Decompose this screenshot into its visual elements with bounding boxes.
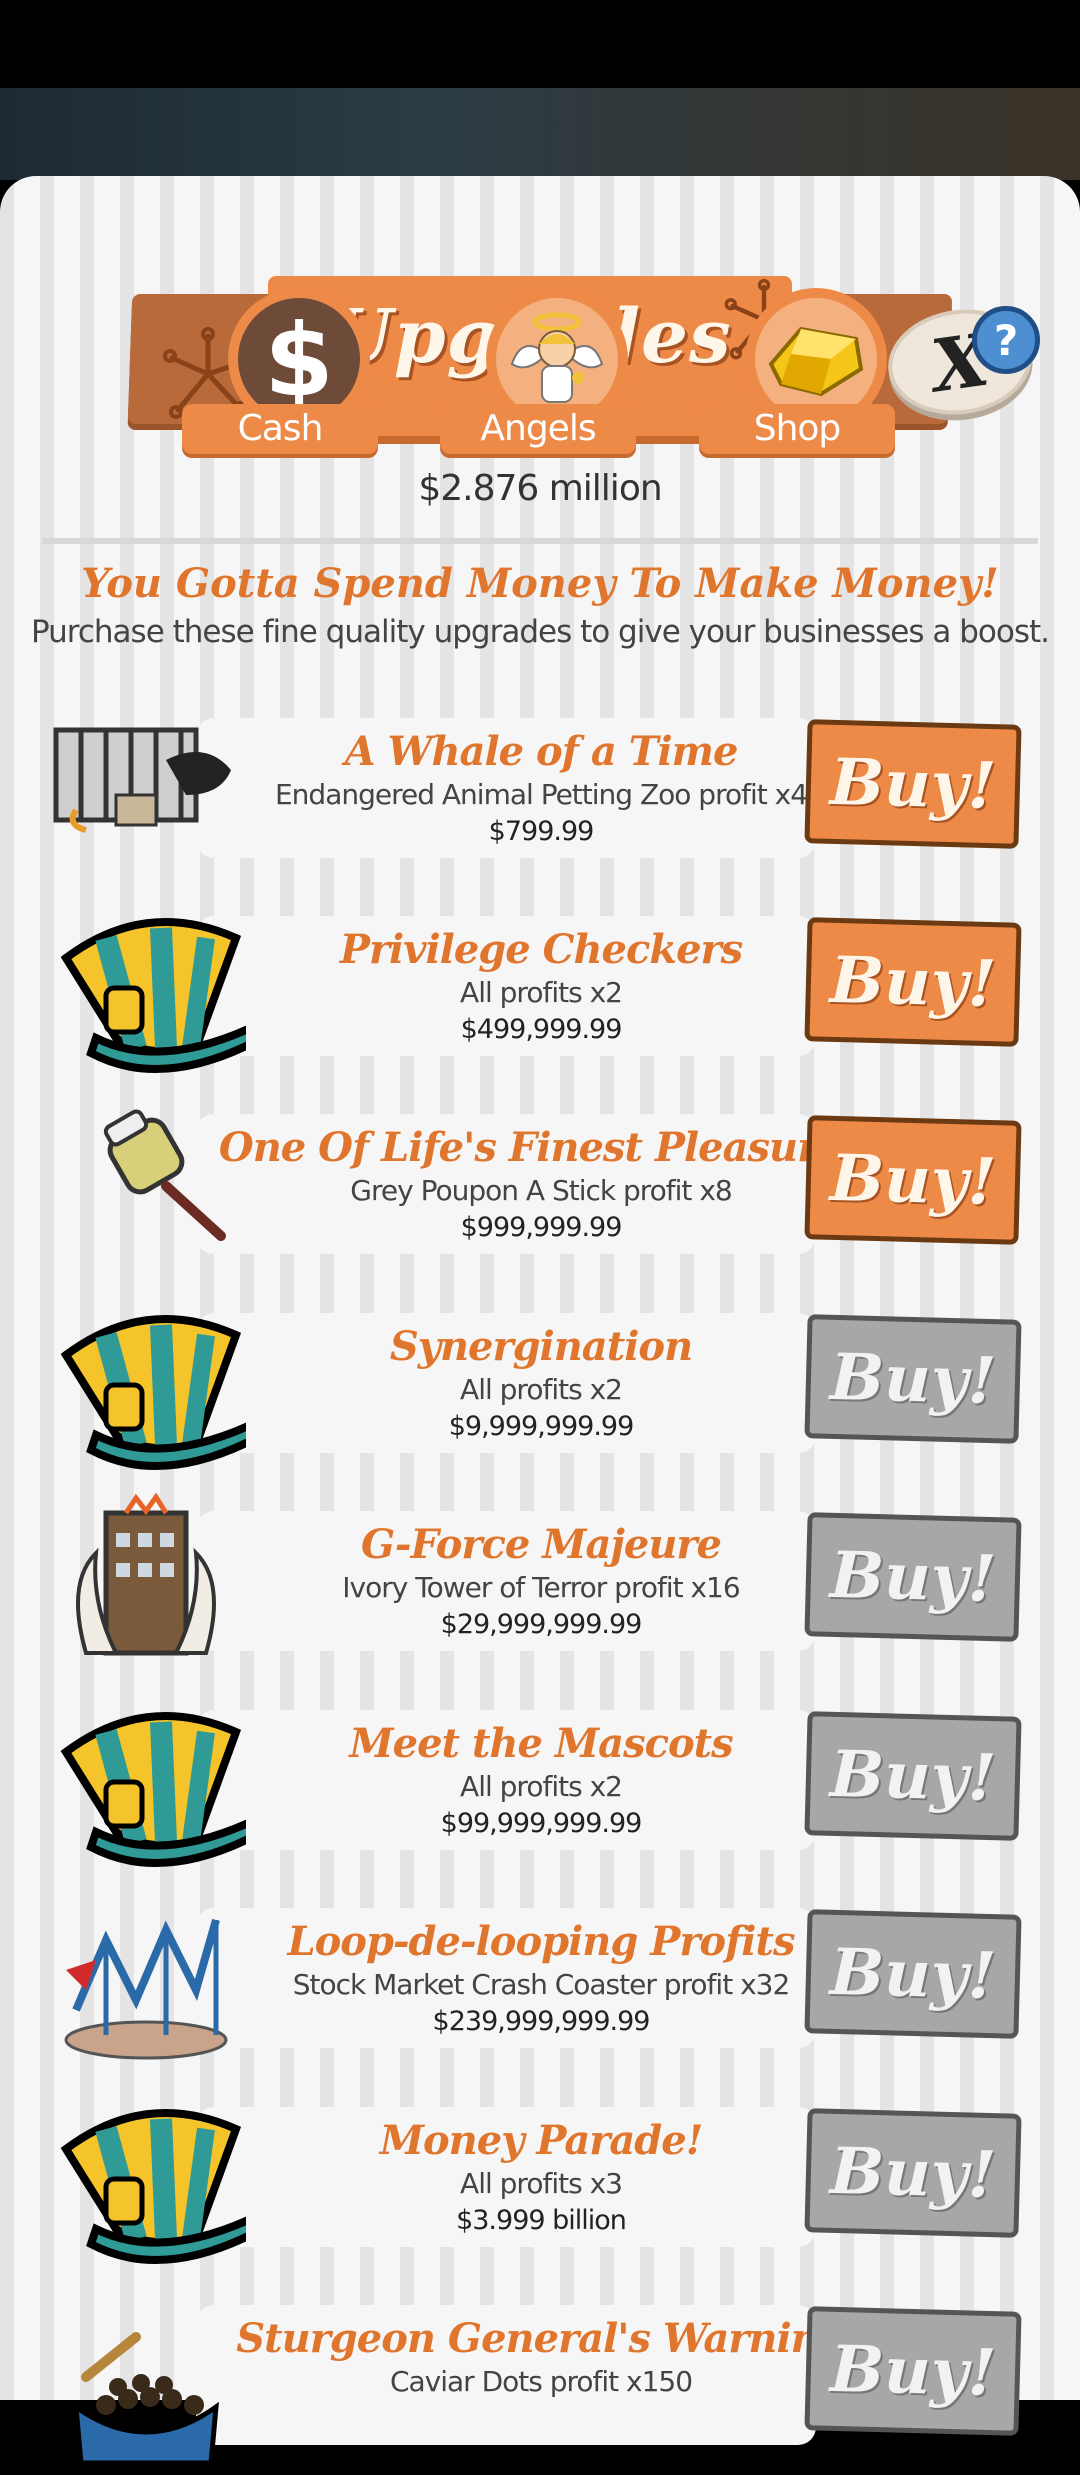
divider — [42, 538, 1038, 544]
tab-shop[interactable]: Shop — [699, 288, 899, 456]
upgrade-row: Sturgeon General's Warning Caviar Dots pr… — [0, 2305, 1080, 2475]
help-button[interactable]: ? — [972, 306, 1040, 374]
buy-button[interactable]: Buy! — [804, 719, 1022, 849]
upgrades-subline: Purchase these fine quality upgrades to … — [31, 614, 1050, 650]
upgrade-price: $499,999.99 — [460, 1014, 623, 1045]
upgrade-row: Synergination All profits x2 $9,999,999.99… — [0, 1313, 1080, 1483]
tab-cash[interactable]: $ Cash — [182, 288, 382, 456]
buy-button[interactable]: Buy! — [804, 1711, 1022, 1841]
upgrade-description: All profits x2 — [460, 1373, 623, 1406]
dollar-icon: $ — [238, 298, 360, 420]
upgrade-row: Privilege Checkers All profits x2 $499,999… — [0, 916, 1080, 1086]
upgrade-row: G-Force Majeure Ivory Tower of Terror pro… — [0, 1492, 1080, 1681]
upgrade-price: $29,999,999.99 — [440, 1609, 643, 1640]
tab-angels[interactable]: Angels — [440, 288, 640, 456]
tab-label: Cash — [182, 404, 378, 454]
upgrade-row: A Whale of a Time Endangered Animal Petti… — [0, 718, 1080, 888]
buy-button[interactable]: Buy! — [804, 1909, 1022, 2039]
upgrade-description: Grey Poupon A Stick profit x8 — [350, 1174, 732, 1207]
upgrade-price: $999,999.99 — [460, 1212, 623, 1243]
buy-button[interactable]: Buy! — [804, 1512, 1022, 1642]
upgrade-price: $3.999 billion — [456, 2205, 627, 2236]
tab-label: Shop — [699, 404, 895, 454]
buy-button[interactable]: Buy! — [804, 917, 1022, 1047]
angel-icon — [496, 298, 618, 420]
cash-balance: $2.876 million — [418, 468, 662, 509]
upgrade-name: Money Parade! — [379, 2117, 704, 2164]
buy-button[interactable]: Buy! — [804, 1115, 1022, 1245]
upgrade-name: Meet the Mascots — [349, 1720, 733, 1767]
upgrade-price: $799.99 — [488, 816, 595, 847]
upgrade-row: One Of Life's Finest Pleasures Grey Poupo… — [0, 1109, 1080, 1284]
upgrade-description: All profits x2 — [460, 1770, 623, 1803]
svg-text:$: $ — [264, 309, 334, 409]
upgrade-name: A Whale of a Time — [344, 728, 739, 775]
upgrade-name: Loop-de-looping Profits — [287, 1918, 796, 1965]
buy-button[interactable]: Buy! — [804, 2306, 1022, 2436]
upgrade-description: Ivory Tower of Terror profit x16 — [342, 1571, 740, 1604]
upgrade-row: Money Parade! All profits x3 $3.999 billio… — [0, 2107, 1080, 2277]
upgrade-price: $9,999,999.99 — [448, 1411, 635, 1442]
upgrade-name: Synergination — [389, 1323, 693, 1370]
upgrade-row: Meet the Mascots All profits x2 $99,999,99… — [0, 1710, 1080, 1880]
upgrade-description: Endangered Animal Petting Zoo profit x4 — [274, 778, 808, 811]
tab-label: Angels — [440, 404, 636, 454]
upgrade-description: All profits x3 — [460, 2167, 623, 2200]
buy-button[interactable]: Buy! — [804, 2108, 1022, 2238]
upgrade-price: $99,999,999.99 — [440, 1808, 643, 1839]
upgrades-headline: You Gotta Spend Money To Make Money! — [81, 560, 999, 607]
upgrade-price: $239,999,999.99 — [432, 2006, 651, 2037]
upgrade-name: G-Force Majeure — [361, 1521, 722, 1568]
upgrade-description: Stock Market Crash Coaster profit x32 — [292, 1968, 791, 2001]
upgrade-name: Privilege Checkers — [339, 926, 743, 973]
gold-icon — [755, 298, 877, 420]
upgrade-description: All profits x2 — [460, 976, 623, 1009]
upgrade-name: Sturgeon General's Warning — [236, 2315, 846, 2362]
status-bar — [0, 0, 1080, 88]
upgrade-name: One Of Life's Finest Pleasures — [218, 1124, 864, 1171]
upgrade-description: Caviar Dots profit x150 — [389, 2365, 693, 2398]
buy-button[interactable]: Buy! — [804, 1314, 1022, 1444]
game-background — [0, 88, 1080, 180]
upgrade-row: Loop-de-looping Profits Stock Market Cras… — [0, 1908, 1080, 2078]
